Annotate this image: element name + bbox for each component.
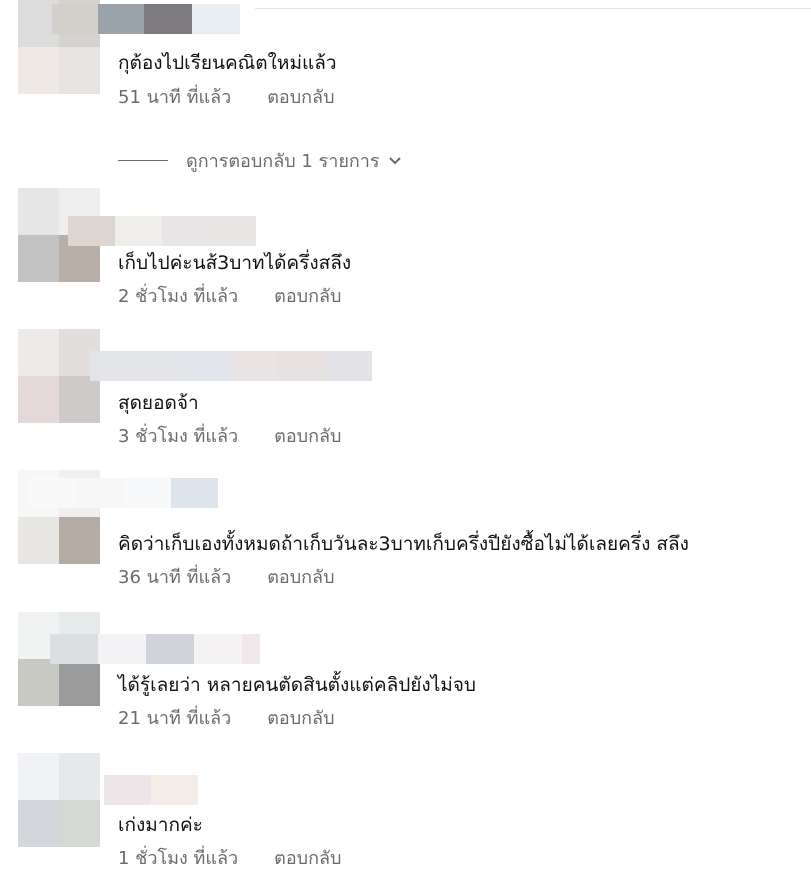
comment-text: สุดยอดจ้า — [118, 392, 199, 414]
comment-text: เก็บไปค่ะนส้3บาทได้ครึ่งสลึง — [118, 252, 352, 274]
comment-time: 51 นาที ที่แล้ว — [118, 87, 232, 108]
avatar[interactable] — [18, 753, 100, 847]
reply-button[interactable]: ตอบกลับ — [267, 567, 334, 588]
chevron-down-icon — [388, 157, 401, 165]
replies-divider-line — [118, 159, 168, 161]
comment-item: ได้รู้เลยว่า หลายคนตัดสินตั้งแต่คลิปยังไ… — [0, 612, 811, 752]
commenter-name-blurred[interactable] — [104, 775, 198, 805]
commenter-name-blurred[interactable] — [90, 351, 372, 381]
comment-item: คิดว่าเก็บเองทั้งหมดถ้าเก็บวันละ3บาทเก็บ… — [0, 470, 811, 610]
comment-item: กุต้องไปเรียนคณิตใหม่แล้ว 51 นาที ที่แล้… — [0, 0, 811, 172]
comment-meta: 1 ชั่วโมง ที่แล้ว ตอบกลับ — [118, 847, 341, 871]
comment-meta: 3 ชั่วโมง ที่แล้ว ตอบกลับ — [118, 425, 341, 449]
comment-text: คิดว่าเก็บเองทั้งหมดถ้าเก็บวันละ3บาทเก็บ… — [118, 533, 689, 555]
comment-time: 3 ชั่วโมง ที่แล้ว — [118, 426, 239, 447]
comment-time: 21 นาที ที่แล้ว — [118, 708, 232, 729]
comment-text: ได้รู้เลยว่า หลายคนตัดสินตั้งแต่คลิปยังไ… — [118, 674, 476, 696]
comment-text: กุต้องไปเรียนคณิตใหม่แล้ว — [118, 52, 337, 74]
view-replies-button[interactable]: ดูการตอบกลับ 1 รายการ — [118, 146, 402, 174]
comment-meta: 51 นาที ที่แล้ว ตอบกลับ — [118, 86, 335, 110]
comment-time: 2 ชั่วโมง ที่แล้ว — [118, 286, 239, 307]
commenter-name-blurred[interactable] — [30, 478, 218, 508]
reply-button[interactable]: ตอบกลับ — [274, 848, 341, 869]
commenter-name-blurred[interactable] — [52, 4, 240, 34]
comment-time: 36 นาที ที่แล้ว — [118, 567, 232, 588]
commenter-name-blurred[interactable] — [68, 216, 256, 246]
reply-button[interactable]: ตอบกลับ — [267, 87, 334, 108]
comment-meta: 36 นาที ที่แล้ว ตอบกลับ — [118, 566, 335, 590]
comment-item: เก็บไปค่ะนส้3บาทได้ครึ่งสลึง 2 ชั่วโมง ท… — [0, 188, 811, 328]
comment-time: 1 ชั่วโมง ที่แล้ว — [118, 848, 239, 869]
reply-button[interactable]: ตอบกลับ — [267, 708, 334, 729]
reply-button[interactable]: ตอบกลับ — [274, 286, 341, 307]
comment-text: เก่งมากค่ะ — [118, 814, 203, 836]
comment-meta: 2 ชั่วโมง ที่แล้ว ตอบกลับ — [118, 285, 341, 309]
view-replies-label: ดูการตอบกลับ 1 รายการ — [186, 150, 380, 172]
commenter-name-blurred[interactable] — [50, 634, 260, 664]
comment-item: เก่งมากค่ะ 1 ชั่วโมง ที่แล้ว ตอบกลับ — [0, 753, 811, 893]
comment-item: สุดยอดจ้า 3 ชั่วโมง ที่แล้ว ตอบกลับ — [0, 329, 811, 469]
comment-meta: 21 นาที ที่แล้ว ตอบกลับ — [118, 707, 335, 731]
avatar[interactable] — [18, 329, 100, 423]
reply-button[interactable]: ตอบกลับ — [274, 426, 341, 447]
